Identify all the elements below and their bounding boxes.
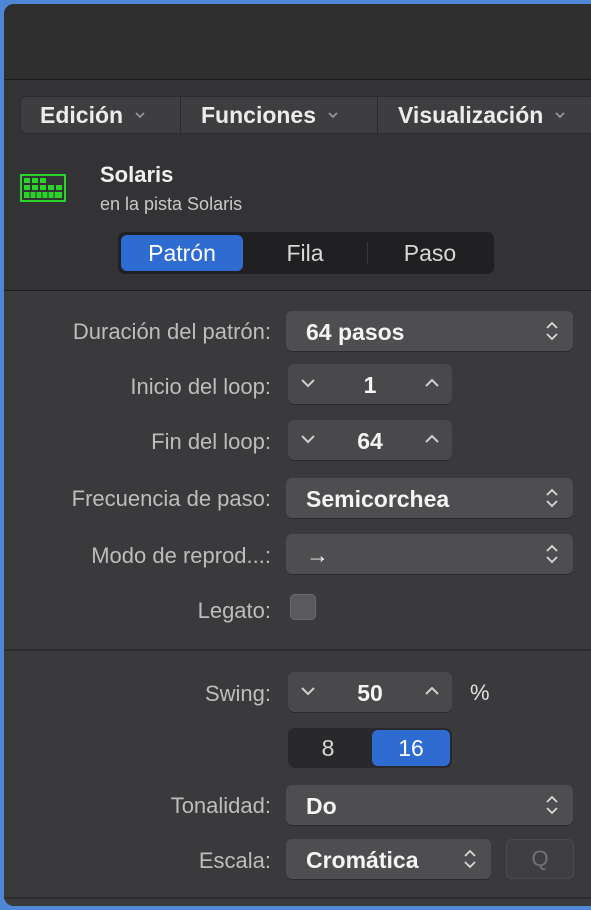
key-value: Do — [306, 793, 337, 819]
loop-start-label: Inicio del loop: — [130, 374, 271, 399]
loop-end-stepper[interactable]: 64 — [288, 420, 452, 460]
menu-view[interactable]: Visualización — [378, 96, 591, 134]
legato-label: Legato: — [197, 598, 271, 623]
toolbar-area — [4, 4, 591, 79]
swing-resolution-selector: 8 16 — [288, 728, 452, 768]
decrement-chevron-icon[interactable] — [300, 433, 316, 445]
increment-chevron-icon[interactable] — [424, 685, 440, 697]
playback-mode-popup[interactable]: → — [286, 534, 573, 574]
scale-popup[interactable]: Cromática — [286, 839, 491, 879]
loop-end-value: 64 — [357, 428, 383, 454]
swing-label: Swing: — [204, 681, 271, 706]
increment-chevron-icon[interactable] — [424, 377, 440, 389]
tab-row[interactable]: Fila — [246, 232, 364, 274]
decrement-chevron-icon[interactable] — [300, 685, 316, 697]
loop-start-stepper[interactable]: 1 — [288, 364, 452, 404]
decrement-chevron-icon[interactable] — [300, 377, 316, 389]
chevron-down-icon — [135, 112, 145, 119]
pattern-length-popup[interactable]: 64 pasos — [286, 311, 573, 351]
legato-checkbox[interactable] — [290, 594, 316, 620]
region-track-subtitle: en la pista Solaris — [100, 194, 243, 214]
loop-start-value: 1 — [363, 372, 377, 398]
local-menu-bar: Edición Funciones Visualización — [20, 96, 591, 134]
pattern-length-value: 64 pasos — [306, 319, 405, 345]
chevron-down-icon — [555, 112, 565, 119]
scale-quantize-button[interactable]: Q — [506, 839, 574, 879]
scale-label: Escala: — [198, 848, 271, 873]
pattern-length-label: Duración del patrón: — [72, 319, 271, 344]
menu-edit[interactable]: Edición — [20, 96, 180, 134]
updown-chevron-icon — [464, 849, 476, 869]
step-rate-label: Frecuencia de paso: — [71, 486, 271, 511]
key-popup[interactable]: Do — [286, 785, 573, 825]
menu-view-label: Visualización — [398, 101, 544, 128]
section-divider — [4, 897, 591, 899]
step-sequencer-grid-icon — [20, 174, 66, 202]
step-sequencer-inspector: Edición Funciones Visualización Solaris … — [4, 4, 591, 906]
menu-functions-label: Funciones — [201, 101, 317, 128]
loop-end-label: Fin del loop: — [151, 429, 271, 454]
increment-chevron-icon[interactable] — [424, 433, 440, 445]
step-rate-popup[interactable]: Semicorchea — [286, 478, 573, 518]
section-divider — [4, 649, 591, 651]
step-rate-value: Semicorchea — [306, 486, 450, 512]
updown-chevron-icon — [546, 544, 558, 564]
tab-pattern[interactable]: Patrón — [121, 235, 243, 271]
tab-divider — [367, 242, 368, 264]
tab-step[interactable]: Paso — [370, 232, 490, 274]
swing-stepper[interactable]: 50 — [288, 672, 452, 712]
playback-mode-value: → — [306, 542, 329, 568]
swing-resolution-8[interactable]: 8 — [288, 728, 368, 768]
updown-chevron-icon — [546, 488, 558, 508]
swing-resolution-16[interactable]: 16 — [372, 730, 450, 766]
key-label: Tonalidad: — [170, 793, 271, 818]
menu-edit-label: Edición — [40, 101, 124, 128]
menu-functions[interactable]: Funciones — [181, 96, 377, 134]
region-name: Solaris — [100, 162, 174, 187]
chevron-down-icon — [328, 112, 338, 119]
swing-value: 50 — [357, 680, 383, 706]
scale-value: Cromática — [306, 847, 419, 873]
updown-chevron-icon — [546, 795, 558, 815]
updown-chevron-icon — [546, 321, 558, 341]
swing-unit: % — [470, 680, 490, 705]
edit-mode-tabs: Patrón Fila Paso — [118, 232, 494, 274]
playback-mode-label: Modo de reprod...: — [91, 543, 271, 568]
